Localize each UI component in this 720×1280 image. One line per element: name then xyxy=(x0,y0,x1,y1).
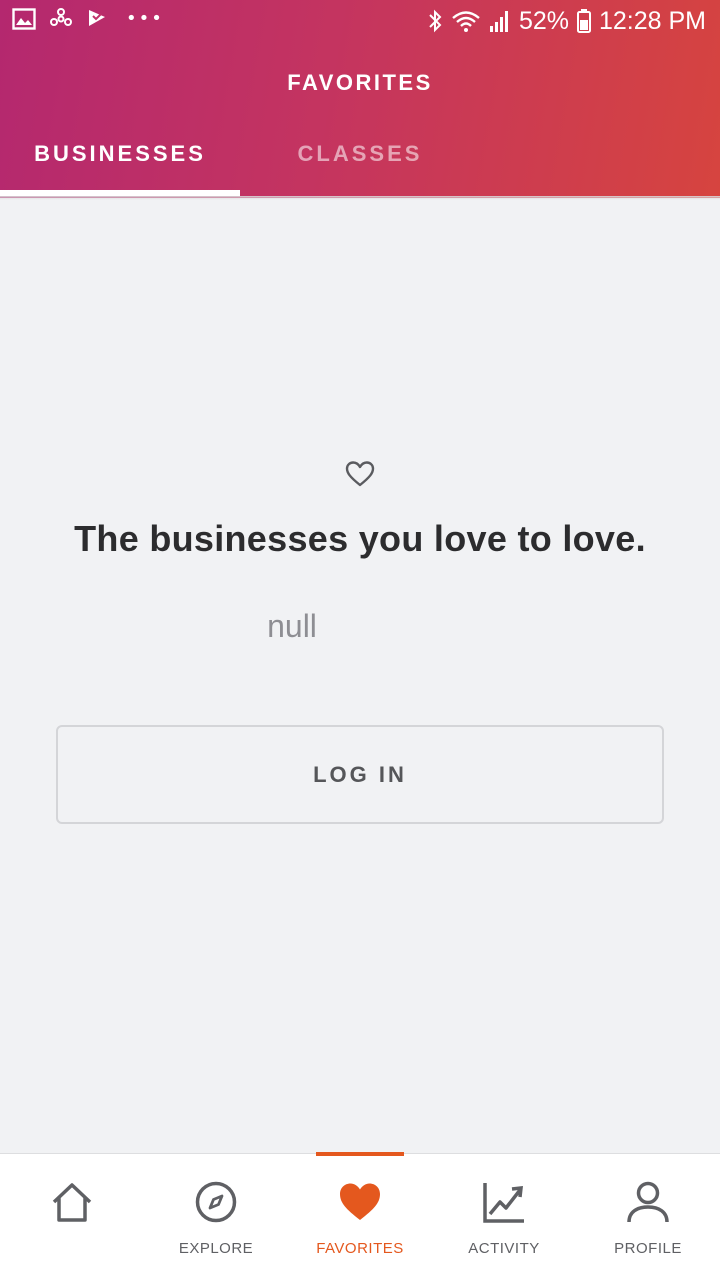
chart-icon xyxy=(483,1183,524,1223)
gallery-icon xyxy=(12,8,36,30)
nav-explore-label: EXPLORE xyxy=(178,1240,254,1257)
empty-state-subtext: null xyxy=(267,608,317,644)
empty-state-headline: The businesses you love to love. xyxy=(74,518,646,559)
wifi-icon xyxy=(452,11,480,32)
tab-classes[interactable]: CLASSES xyxy=(240,130,480,198)
bluetooth-icon xyxy=(429,9,442,33)
more-icon: ••• xyxy=(126,8,164,29)
heart-icon xyxy=(340,1183,380,1220)
fan-icon xyxy=(50,8,72,26)
status-bar-system: 52% 12:28 PM xyxy=(427,6,706,36)
empty-state: The businesses you love to love. xyxy=(0,460,720,560)
nav-profile-label: PROFILE xyxy=(614,1240,682,1257)
tab-businesses[interactable]: BUSINESSES xyxy=(0,130,240,198)
nav-home[interactable] xyxy=(0,1154,144,1280)
signal-icon xyxy=(489,11,508,32)
heart-outline-icon xyxy=(345,461,375,487)
favorites-tabs: BUSINESSES CLASSES xyxy=(0,130,720,198)
nav-explore[interactable]: EXPLORE xyxy=(144,1154,288,1280)
compass-icon xyxy=(195,1181,237,1223)
nav-activity-label: ACTIVITY xyxy=(468,1240,540,1257)
status-time: 12:28 PM xyxy=(598,7,706,35)
login-button[interactable]: LOG IN xyxy=(56,725,664,824)
battery-percent: 52% xyxy=(518,7,569,35)
flag-icon xyxy=(89,10,105,26)
nav-favorites[interactable]: FAVORITES xyxy=(288,1154,432,1280)
nav-profile[interactable]: PROFILE xyxy=(576,1154,720,1280)
nav-activity[interactable]: ACTIVITY xyxy=(432,1154,576,1280)
nav-favorites-label: FAVORITES xyxy=(316,1240,404,1257)
status-bar: ••• 52% 12:28 PM xyxy=(0,0,720,44)
bottom-nav: EXPLORE FAVORITES ACTIVITY PROFILE xyxy=(0,1152,720,1280)
person-icon xyxy=(627,1181,669,1223)
app-header: ••• 52% 12:28 PM FAVORITES BUSINESSES CL… xyxy=(0,0,720,198)
home-icon xyxy=(52,1183,92,1222)
header-shadow xyxy=(0,196,720,200)
status-bar-notifications: ••• xyxy=(12,8,164,30)
page-title: FAVORITES xyxy=(287,70,433,95)
battery-icon xyxy=(576,9,591,33)
